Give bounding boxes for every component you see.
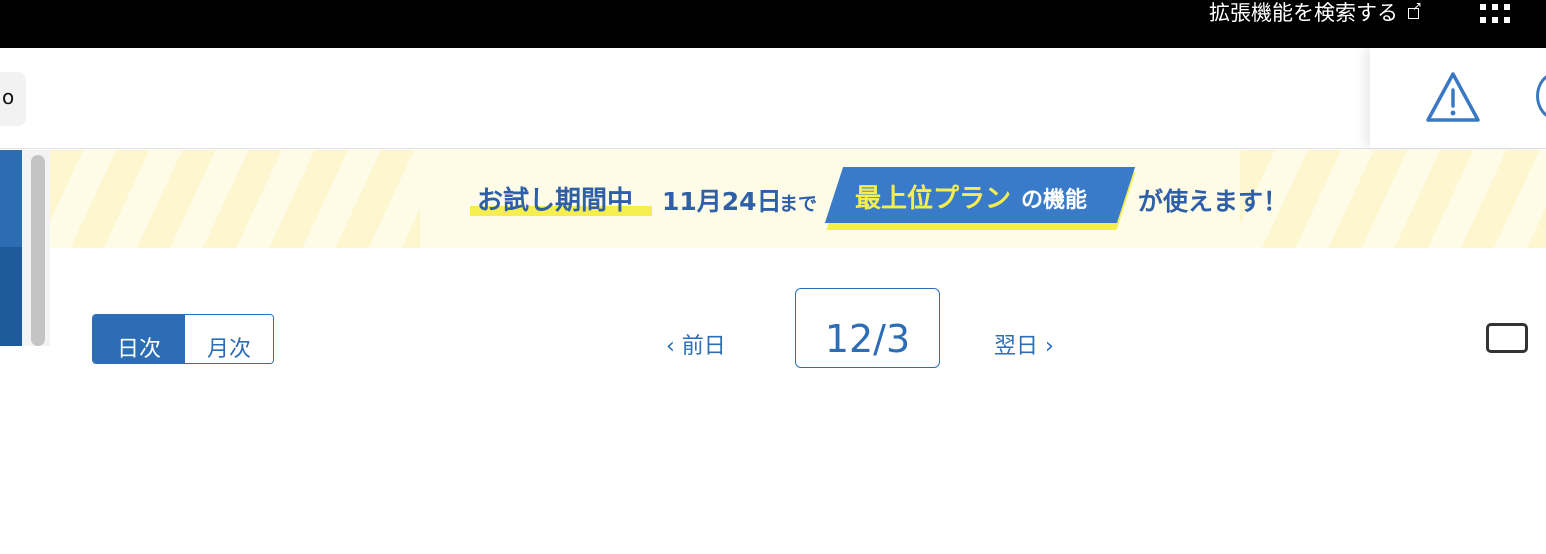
- prev-day-label: 前日: [681, 334, 726, 359]
- chevron-right-icon: ›: [0, 530, 9, 554]
- left-chip-text: o: [2, 85, 15, 109]
- external-link-icon: [1408, 0, 1422, 19]
- header-right-panel: [1370, 48, 1546, 148]
- view-daily-button[interactable]: 日次: [93, 315, 185, 363]
- plan-feature-suffix: の機能: [1021, 188, 1088, 213]
- trial-banner: お試し期間中 11月24日 まで 最上位プラン の機能 が使えます！: [50, 150, 1546, 248]
- browser-top-bar: 拡張機能を検索する: [0, 0, 1546, 48]
- chevron-left-icon: ‹: [666, 334, 682, 359]
- apps-grid-icon[interactable]: [1480, 4, 1510, 24]
- view-monthly-button[interactable]: 月次: [185, 315, 273, 363]
- trial-end-date: 11月24日: [662, 187, 782, 216]
- warning-triangle-icon[interactable]: [1424, 70, 1482, 124]
- app-header: o: [0, 48, 1546, 149]
- trial-until: まで: [779, 193, 818, 215]
- prev-day-button[interactable]: ‹ 前日: [666, 328, 726, 360]
- help-circle-icon[interactable]: [1536, 72, 1546, 120]
- print-icon[interactable]: [1486, 323, 1528, 353]
- extension-search-label: 拡張機能を検索する: [1209, 1, 1398, 25]
- current-date-box[interactable]: 12/3: [795, 288, 940, 368]
- current-date: 12/3: [824, 317, 911, 361]
- next-day-button[interactable]: 翌日 ›: [994, 328, 1054, 360]
- extension-search-link[interactable]: 拡張機能を検索する: [1209, 0, 1422, 25]
- banner-tail: が使えます！: [1138, 187, 1289, 216]
- scrollbar-thumb[interactable]: [31, 155, 45, 346]
- plan-name: 最上位プラン: [855, 184, 1012, 214]
- trial-label: お試し期間中: [477, 186, 634, 216]
- chevron-right-icon: ›: [1038, 334, 1054, 359]
- view-mode-toggle: 日次 月次: [92, 314, 274, 364]
- sidebar-toggle[interactable]: ›: [0, 247, 22, 554]
- left-chip[interactable]: o: [0, 72, 26, 126]
- next-day-label: 翌日: [994, 334, 1039, 359]
